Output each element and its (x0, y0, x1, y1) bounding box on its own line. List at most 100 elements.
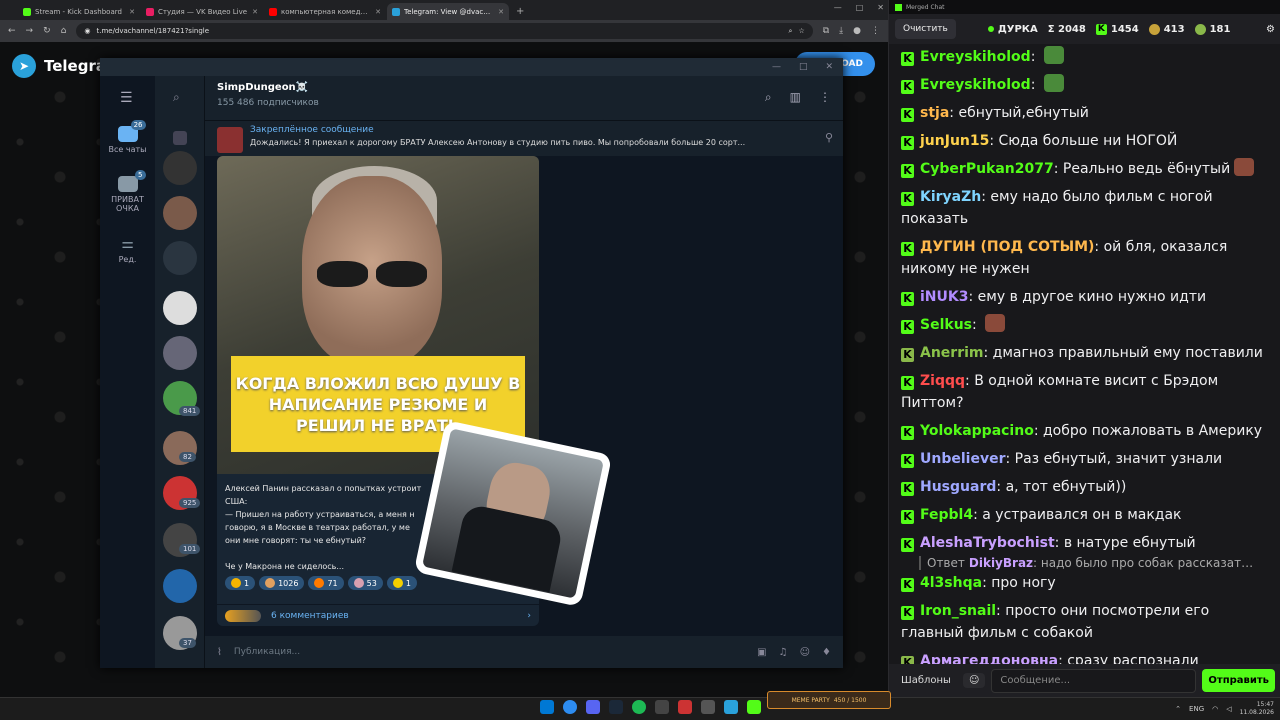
post-video[interactable]: КОГДА ВЛОЖИЛ ВСЮ ДУШУ В НАПИСАНИЕ РЕЗЮМЕ… (217, 156, 539, 474)
search-icon[interactable]: ⌕ (765, 90, 772, 105)
bookmark-star-icon[interactable]: ☆ (798, 27, 804, 35)
kick-taskbar-icon[interactable] (747, 700, 761, 714)
microphone-icon[interactable]: ♦ (822, 647, 831, 658)
obs-icon[interactable] (678, 700, 692, 714)
download-icon[interactable]: ⤓ (839, 26, 843, 36)
chat-username[interactable]: Iron_snail (920, 603, 996, 619)
tab-close-icon[interactable]: ✕ (498, 8, 504, 16)
close-icon[interactable]: ✕ (877, 3, 884, 12)
tab-close-icon[interactable]: ✕ (129, 8, 135, 16)
extensions-icon[interactable]: ⧉ (823, 26, 829, 36)
maximize-icon[interactable]: □ (856, 3, 864, 12)
more-icon[interactable]: ⋮ (819, 90, 831, 105)
reaction-button[interactable]: 53 (347, 576, 383, 590)
message-input[interactable]: Сообщение... (991, 668, 1197, 693)
reaction-button[interactable]: 1 (225, 576, 256, 590)
browser-tab[interactable]: Студия — VK Видео Live ✕ (141, 3, 263, 20)
back-icon[interactable]: ← (8, 26, 16, 36)
emoji-button-icon[interactable]: ☺ (962, 673, 986, 688)
clock[interactable]: 15:47 11.08.2026 (1240, 701, 1274, 717)
tg-minimize-icon[interactable]: — (772, 62, 781, 72)
zoom-icon[interactable]: ⌕ (789, 27, 793, 36)
site-info-icon[interactable]: ◉ (84, 27, 90, 35)
chat-avatar[interactable] (163, 569, 197, 603)
hamburger-menu-icon[interactable]: ☰ (120, 90, 133, 106)
sidebar-toggle-icon[interactable]: ▥ (790, 90, 801, 105)
tg-close-icon[interactable]: ✕ (825, 62, 833, 72)
chat-avatar[interactable] (163, 336, 197, 370)
pin-list-icon[interactable]: ⚲ (825, 131, 833, 144)
templates-button[interactable]: Шаблоны (895, 669, 957, 692)
search-icon[interactable]: ⌕ (173, 90, 180, 105)
chat-username[interactable]: stja (920, 105, 949, 121)
spotify-icon[interactable] (632, 700, 646, 714)
chat-username[interactable]: Fepbl4 (920, 507, 973, 523)
tray-chevron-icon[interactable]: ⌃ (1175, 705, 1181, 713)
chat-username[interactable]: Evreyskiholod (920, 49, 1031, 65)
minimize-icon[interactable]: — (834, 3, 842, 12)
reaction-button[interactable]: 71 (308, 576, 344, 590)
forward-icon[interactable]: → (26, 26, 34, 36)
bell-icon[interactable]: ♫ (779, 647, 788, 658)
browser-tab[interactable]: Stream - Kick Dashboard ✕ (18, 3, 140, 20)
browser-tab[interactable]: Telegram: View @dvachannel ✕ (387, 3, 509, 20)
chat-username[interactable]: Evreyskiholod (920, 77, 1031, 93)
new-tab-icon[interactable]: + (510, 6, 530, 20)
chat-username[interactable]: Husguard (920, 479, 996, 495)
volume-icon[interactable]: ◁ (1226, 705, 1231, 713)
app-icon[interactable] (655, 700, 669, 714)
reaction-button[interactable]: 1026 (259, 576, 305, 590)
windows-start-icon[interactable] (540, 700, 554, 714)
chat-username[interactable]: AleshaTrybochist (920, 535, 1055, 551)
chat-username[interactable]: Selkus (920, 317, 972, 333)
reload-icon[interactable]: ↻ (43, 26, 51, 36)
chat-avatar[interactable] (163, 241, 197, 275)
chat-username[interactable]: Anerrim (920, 345, 984, 361)
folder-edit[interactable]: ⚌ Ред. (100, 236, 155, 264)
chat-username[interactable]: Unbeliever (920, 451, 1005, 467)
attach-icon[interactable]: ⌇ (217, 647, 222, 658)
home-icon[interactable]: ⌂ (61, 26, 67, 36)
steam-icon[interactable] (609, 700, 623, 714)
reaction-button[interactable]: 1 (386, 576, 417, 590)
browser-tab[interactable]: компьютерная комедия, копь✕ (264, 3, 386, 20)
chat-username[interactable]: ДУГИН (ПОД СОТЫМ) (920, 239, 1094, 255)
wifi-icon[interactable]: ◠ (1212, 705, 1218, 713)
chat-avatar[interactable] (163, 151, 197, 185)
settings-gear-icon[interactable]: ⚙ (1266, 24, 1275, 35)
chrome-icon[interactable] (563, 700, 577, 714)
chat-username[interactable]: iNUK3 (920, 289, 968, 305)
tab-close-icon[interactable]: ✕ (375, 8, 381, 16)
emoji-icon[interactable]: ☺ (800, 647, 810, 658)
compose-input[interactable]: Публикация... (234, 647, 745, 657)
chat-username[interactable]: CyberPukan2077 (920, 161, 1054, 177)
comments-link[interactable]: 6 комментариев (271, 611, 349, 621)
url-field[interactable]: ◉ t.me/dvachannel/187421?single ⌕ ☆ (76, 23, 813, 39)
chat-username[interactable]: Ziqqq (920, 373, 965, 389)
chat-username[interactable]: Армагеддоновна (920, 653, 1058, 664)
clear-button[interactable]: Очистить (895, 19, 956, 39)
folder-private[interactable]: 5 ПРИВАТ ОЧКА (100, 170, 155, 213)
comments-bar[interactable]: 6 комментариев › (217, 604, 539, 626)
chat-username[interactable]: KiryaZh (920, 189, 981, 205)
chat-username[interactable]: Yolokappacino (920, 423, 1034, 439)
tg-maximize-icon[interactable]: □ (799, 62, 808, 72)
schedule-icon[interactable]: ▣ (757, 647, 766, 658)
channel-name[interactable]: SimpDungeon☠️ (217, 82, 831, 93)
chat-avatar[interactable] (163, 196, 197, 230)
archive-icon[interactable] (173, 131, 187, 145)
folder-all-chats[interactable]: 26 Все чаты (100, 120, 155, 154)
chat-username[interactable]: junJun15 (920, 133, 989, 149)
chat-username[interactable]: 4l3shqa (920, 575, 982, 591)
chat-avatar[interactable] (163, 291, 197, 325)
menu-icon[interactable]: ⋮ (871, 26, 880, 36)
profile-icon[interactable]: ● (853, 26, 861, 36)
tab-close-icon[interactable]: ✕ (252, 8, 258, 16)
app-icon[interactable] (701, 700, 715, 714)
chat-text: Раз ебнутый, значит узнали (1014, 451, 1223, 467)
language-indicator[interactable]: ENG (1189, 705, 1204, 713)
send-button[interactable]: Отправить (1202, 669, 1275, 692)
telegram-taskbar-icon[interactable] (724, 700, 738, 714)
discord-icon[interactable] (586, 700, 600, 714)
pinned-message[interactable]: Закреплённое сообщение Дождались! Я прие… (205, 120, 843, 156)
